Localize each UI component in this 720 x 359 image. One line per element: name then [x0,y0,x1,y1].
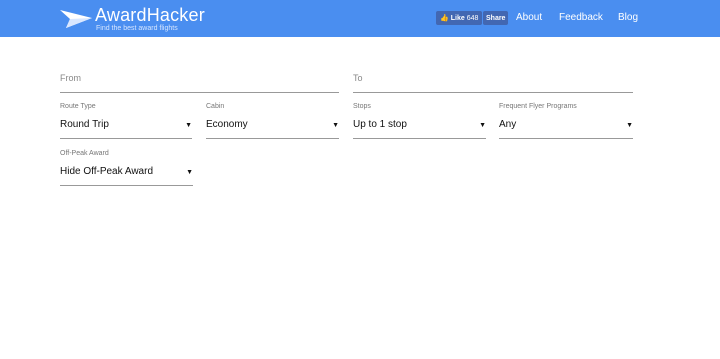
caret-down-icon: ▼ [626,122,633,129]
nav-feedback-link[interactable]: Feedback [559,12,603,24]
route-type-underline [60,138,192,139]
off-peak-value: Hide Off-Peak Award [60,166,154,177]
off-peak-select[interactable]: Hide Off-Peak Award ▼ [60,164,193,186]
programs-select[interactable]: Any ▼ [499,117,633,139]
paper-plane-icon [60,10,92,28]
cabin-label: Cabin [206,103,225,110]
brand-name: AwardHacker [95,5,205,25]
facebook-like-button[interactable]: 👍 Like 648 [436,11,483,25]
cabin-underline [206,138,339,139]
like-label: Like [450,14,465,22]
from-input[interactable]: From [60,72,339,94]
caret-down-icon: ▼ [332,122,339,129]
stops-select[interactable]: Up to 1 stop ▼ [353,117,486,139]
to-underline [353,92,633,93]
cabin-field: Cabin Economy ▼ [206,103,339,141]
stops-label: Stops [353,103,371,110]
programs-label: Frequent Flyer Programs [499,103,577,110]
programs-underline [499,138,633,139]
from-underline [60,92,339,93]
programs-value: Any [499,119,517,130]
cabin-value: Economy [206,119,248,130]
caret-down-icon: ▼ [186,169,193,176]
brand-logo[interactable]: AwardHacker Find the best award flights [60,6,205,32]
from-placeholder: From [60,73,81,83]
nav-blog-link[interactable]: Blog [618,12,638,24]
caret-down-icon: ▼ [185,122,192,129]
stops-underline [353,138,486,139]
to-input[interactable]: To [353,72,633,94]
caret-down-icon: ▼ [479,122,486,129]
programs-field: Frequent Flyer Programs Any ▼ [499,103,633,141]
off-peak-field: Off-Peak Award Hide Off-Peak Award ▼ [60,150,193,188]
route-type-value: Round Trip [60,119,109,130]
route-type-label: Route Type [60,103,96,110]
nav-about-link[interactable]: About [516,12,542,24]
off-peak-label: Off-Peak Award [60,150,109,157]
route-type-select[interactable]: Round Trip ▼ [60,117,192,139]
to-placeholder: To [353,73,363,83]
stops-field: Stops Up to 1 stop ▼ [353,103,486,141]
brand-tagline: Find the best award flights [96,25,178,32]
top-navbar: AwardHacker Find the best award flights … [0,0,720,37]
thumbs-up-icon: 👍 [440,15,449,22]
facebook-share-button[interactable]: Share [483,11,509,25]
stops-value: Up to 1 stop [353,119,407,130]
cabin-select[interactable]: Economy ▼ [206,117,339,139]
route-type-field: Route Type Round Trip ▼ [60,103,192,141]
like-count: 648 [466,14,479,22]
off-peak-underline [60,185,193,186]
